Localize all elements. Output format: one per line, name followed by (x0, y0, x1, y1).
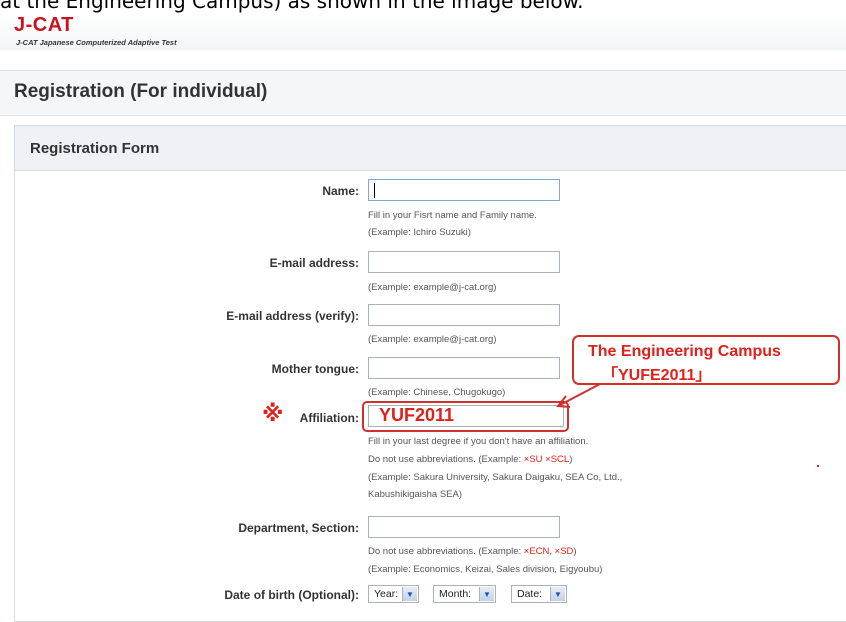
dob-label: Date of birth (Optional): (224, 588, 359, 602)
name-hint: Fill in your Fisrt name and Family name. (368, 210, 537, 221)
document-caption: at the Engineering Campus) as shown in t… (0, 0, 584, 13)
affiliation-example-cont: Kabushikigaisha SEA) (368, 489, 462, 500)
email-verify-example: (Example: example@j-cat.org) (368, 334, 497, 345)
chevron-down-icon: ▼ (479, 587, 494, 601)
name-example: (Example: Ichiro Suzuki) (368, 227, 471, 238)
page-title: Registration (For individual) (14, 81, 268, 102)
year-select[interactable]: Year: ▼ (368, 585, 419, 603)
site-header: J-CAT J-CAT Japanese Computerized Adapti… (0, 14, 846, 50)
required-mark: ※ (262, 401, 284, 426)
department-example: (Example: Economics, Keizai, Sales divis… (368, 564, 603, 575)
affiliation-example: (Example: Sakura University, Sakura Daig… (368, 472, 623, 483)
chevron-down-icon: ▼ (550, 587, 565, 601)
affiliation-abbrev-hint: Do not use abbreviations. (Example: ×SU … (368, 454, 573, 465)
department-input[interactable] (368, 516, 560, 538)
logo-tagline: J-CAT Japanese Computerized Adaptive Tes… (16, 38, 177, 47)
name-label: Name: (322, 184, 359, 198)
affiliation-label: Affiliation: (299, 411, 359, 425)
mother-tongue-label: Mother tongue: (271, 362, 359, 376)
date-select[interactable]: Date: ▼ (511, 585, 567, 603)
form-header: Registration Form (15, 126, 846, 171)
mother-tongue-input[interactable] (368, 357, 560, 379)
email-input[interactable] (368, 251, 560, 273)
affiliation-hint: Fill in your last degree if you don't ha… (368, 436, 589, 447)
stray-dot (817, 465, 819, 467)
email-verify-label: E-mail address (verify): (226, 309, 359, 323)
email-label: E-mail address: (269, 256, 359, 270)
jcat-logo[interactable]: J-CAT (14, 14, 74, 37)
callout-text-line2: 「YUFE2011」 (602, 367, 712, 384)
department-label: Department, Section: (238, 521, 359, 535)
text-caret (374, 183, 375, 198)
month-select[interactable]: Month: ▼ (433, 585, 496, 603)
callout-text-line1: The Engineering Campus (588, 343, 781, 360)
name-input[interactable] (368, 179, 560, 201)
page-title-bar: Registration (For individual) (0, 70, 846, 116)
affiliation-highlight (362, 401, 569, 432)
email-example: (Example: example@j-cat.org) (368, 282, 497, 293)
department-abbrev-hint: Do not use abbreviations. (Example: ×ECN… (368, 546, 577, 557)
annotation-callout: The Engineering Campus 「YUFE2011」 (572, 335, 840, 385)
mother-tongue-example: (Example: Chinese, Chugokugo) (368, 387, 506, 398)
email-verify-input[interactable] (368, 304, 560, 326)
form-title: Registration Form (30, 140, 160, 157)
chevron-down-icon: ▼ (402, 587, 417, 601)
